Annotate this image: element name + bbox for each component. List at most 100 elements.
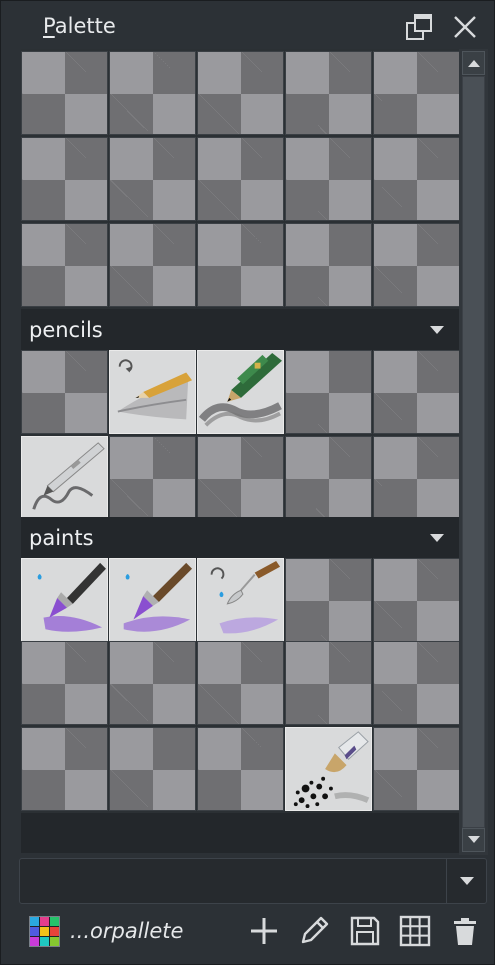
palette-swatch-icon[interactable] [29, 916, 60, 947]
vertical-scrollbar[interactable] [459, 49, 488, 855]
empty-slot[interactable] [285, 51, 372, 135]
empty-slot[interactable] [285, 641, 372, 725]
palette-name[interactable]: ...orpallete [70, 919, 183, 943]
group-header-paints[interactable]: paints [21, 517, 459, 559]
preset-row [21, 641, 461, 725]
empty-slot[interactable] [285, 137, 372, 221]
empty-slot[interactable] [109, 436, 196, 520]
brush-preset-texture[interactable] [285, 727, 372, 811]
save-icon [350, 916, 380, 946]
scroll-up-icon [467, 60, 480, 67]
edit-icon [301, 916, 329, 944]
swatch-color [50, 927, 59, 936]
empty-slot[interactable] [21, 137, 108, 221]
ink-pen-icon [32, 442, 105, 510]
texture-brush-icon [293, 731, 370, 809]
empty-slot[interactable] [197, 436, 284, 520]
brush-preset-bristle-paint[interactable] [109, 558, 196, 642]
empty-slot[interactable] [373, 51, 460, 135]
empty-slot[interactable] [373, 223, 460, 307]
preset-row [21, 558, 461, 642]
grid-icon [399, 915, 431, 947]
swatch-color [50, 917, 59, 926]
empty-slot[interactable] [285, 223, 372, 307]
scrollbar-handle[interactable] [462, 76, 485, 828]
title-bar: Palette [1, 1, 495, 49]
empty-slot[interactable] [285, 350, 372, 434]
swatch-color [30, 927, 39, 936]
empty-slot[interactable] [197, 51, 284, 135]
title-rest: alette [54, 14, 116, 38]
preset-row [21, 137, 461, 221]
empty-slot[interactable] [373, 641, 460, 725]
brush-preset-palette-knife[interactable] [197, 558, 284, 642]
delete-palette-button[interactable] [448, 914, 482, 948]
swatch-color [40, 917, 49, 926]
group-label: pencils [29, 318, 103, 342]
palette-docker: Palette pencils paints ...orpallete [0, 0, 495, 965]
scroll-up-button[interactable] [462, 51, 485, 75]
float-icon [406, 14, 432, 40]
empty-slot[interactable] [197, 727, 284, 811]
chevron-down-icon [459, 877, 474, 885]
add-icon [251, 918, 277, 944]
charcoal-pencil-icon [198, 352, 282, 427]
preset-row [21, 436, 461, 520]
swatch-color [50, 937, 59, 946]
preset-row [21, 223, 461, 307]
pencil-brush-icon [117, 359, 193, 420]
tag-combobox[interactable] [19, 858, 487, 904]
docker-title: Palette [43, 14, 116, 38]
brush-preset-charcoal[interactable] [197, 350, 284, 434]
brush-preset-wet-paint[interactable] [21, 558, 108, 642]
brush-preset-pencil[interactable] [109, 350, 196, 434]
empty-slot[interactable] [285, 436, 372, 520]
combobox-dropdown-button[interactable] [446, 859, 486, 903]
paint-brush-icon [37, 562, 106, 632]
delete-icon [454, 918, 476, 945]
preset-row [21, 727, 461, 811]
scroll-down-button[interactable] [462, 828, 485, 852]
palette-empty-strip [21, 813, 459, 853]
palette-footer: ...orpallete [1, 907, 495, 957]
empty-slot[interactable] [109, 727, 196, 811]
empty-slot[interactable] [109, 137, 196, 221]
title-accel: P [43, 14, 55, 38]
empty-slot[interactable] [21, 641, 108, 725]
close-button[interactable] [449, 11, 481, 43]
chevron-down-icon [430, 534, 444, 542]
save-palette-button[interactable] [348, 914, 382, 948]
empty-slot[interactable] [197, 641, 284, 725]
chevron-down-icon [430, 326, 444, 334]
scroll-down-icon [467, 836, 480, 843]
empty-slot[interactable] [197, 137, 284, 221]
swatch-color [40, 927, 49, 936]
empty-slot[interactable] [21, 350, 108, 434]
empty-slot[interactable] [21, 223, 108, 307]
edit-palette-button[interactable] [297, 914, 331, 948]
preset-row [21, 51, 461, 135]
float-button[interactable] [403, 11, 435, 43]
empty-slot[interactable] [373, 350, 460, 434]
empty-slot[interactable] [373, 558, 460, 642]
brush-preset-grid: pencils paints [21, 49, 461, 853]
empty-slot[interactable] [21, 727, 108, 811]
add-preset-button[interactable] [247, 914, 281, 948]
brush-preset-ink-pen[interactable] [21, 436, 108, 520]
empty-slot[interactable] [373, 436, 460, 520]
empty-slot[interactable] [373, 137, 460, 221]
empty-slot[interactable] [197, 223, 284, 307]
empty-slot[interactable] [109, 223, 196, 307]
empty-slot[interactable] [109, 641, 196, 725]
grid-settings-button[interactable] [398, 914, 432, 948]
group-header-pencils[interactable]: pencils [21, 309, 459, 351]
close-icon [454, 16, 476, 38]
bristle-brush-icon [123, 562, 193, 632]
group-label: paints [29, 526, 94, 550]
empty-slot[interactable] [109, 51, 196, 135]
swatch-color [30, 937, 39, 946]
empty-slot[interactable] [285, 558, 372, 642]
preset-row [21, 350, 461, 434]
empty-slot[interactable] [373, 727, 460, 811]
empty-slot[interactable] [21, 51, 108, 135]
